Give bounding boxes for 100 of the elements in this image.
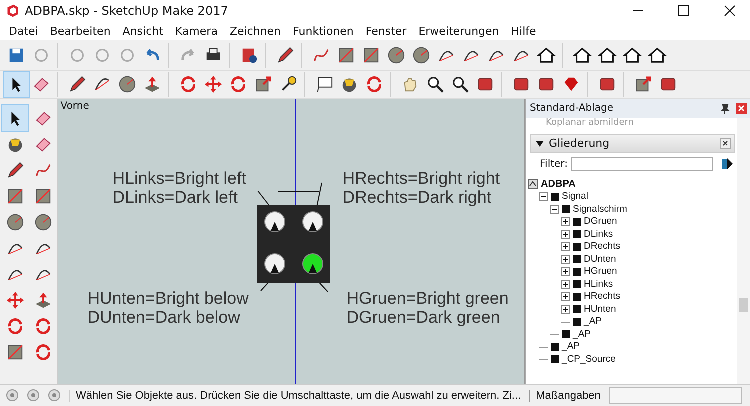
status-icon[interactable] bbox=[48, 389, 61, 402]
expand-toggle-icon[interactable] bbox=[561, 304, 570, 314]
expand-toggle-icon[interactable] bbox=[561, 242, 570, 252]
push-pull-icon[interactable] bbox=[143, 75, 162, 94]
house-icon[interactable] bbox=[573, 46, 592, 64]
rectangle-icon[interactable] bbox=[337, 46, 356, 64]
rectangle-icon[interactable] bbox=[362, 46, 381, 64]
orbit-icon[interactable] bbox=[365, 75, 384, 94]
text-icon[interactable] bbox=[315, 75, 334, 94]
app-logo-icon bbox=[6, 4, 20, 18]
expand-triangle-icon[interactable] bbox=[536, 140, 544, 148]
section-header[interactable]: Gliederung bbox=[530, 134, 735, 153]
annotation-text: DRechts=Dark right bbox=[342, 188, 493, 207]
annotation-text: HRechts=Bright right bbox=[342, 169, 500, 188]
expand-toggle-icon[interactable] bbox=[561, 230, 570, 239]
pencil-icon[interactable] bbox=[276, 46, 295, 64]
close-icon[interactable] bbox=[724, 5, 736, 17]
tray-title: Standard-Ablage bbox=[530, 103, 615, 114]
house-icon[interactable] bbox=[537, 46, 556, 64]
measurements-field[interactable] bbox=[608, 387, 742, 404]
status-message: Wählen Sie Objekte aus. Drücken Sie die Umschalttaste, um die Auswahl zu erweitern. Zi... bbox=[69, 390, 522, 402]
annotation-text: HUnten=Bright below bbox=[88, 289, 249, 308]
rotate-icon[interactable] bbox=[229, 75, 248, 94]
tree-item[interactable]: Signalschirm bbox=[573, 204, 628, 215]
model-icon bbox=[528, 179, 538, 190]
filter-label: Filter: bbox=[540, 158, 568, 170]
tree-item[interactable]: HLinks bbox=[584, 278, 614, 290]
tree-item[interactable]: _AP bbox=[573, 328, 591, 340]
rectangle-icon[interactable] bbox=[6, 186, 24, 206]
tree-item[interactable]: DUnten bbox=[584, 254, 616, 265]
menu-item[interactable]: Funktionen bbox=[287, 24, 360, 38]
drawing-viewport[interactable]: Vorne HLinks=Bright left DLinks=Dark left HRechts=Bright right DRechts=Dark right HUnten=Bright below DUnten=Dark below HGruen=Bright green DGruen=Dark green bbox=[58, 99, 526, 384]
pin-icon[interactable] bbox=[721, 104, 730, 114]
annotation-text: DLinks=Dark left bbox=[112, 188, 239, 207]
annotation-text: DUnten=Dark below bbox=[88, 308, 242, 327]
tree-item[interactable]: _AP bbox=[584, 316, 602, 328]
zoom-extents-icon[interactable] bbox=[451, 75, 470, 94]
tree-item[interactable]: DRechts bbox=[584, 241, 620, 252]
tree-item[interactable]: DGruen bbox=[584, 216, 618, 228]
polygon-icon[interactable] bbox=[34, 212, 52, 232]
scale-icon[interactable] bbox=[6, 342, 24, 362]
menu-item[interactable]: Kamera bbox=[169, 24, 224, 38]
zoom-icon[interactable] bbox=[426, 75, 445, 94]
expand-toggle-icon[interactable] bbox=[561, 267, 570, 276]
annotation-text: DGruen=Dark green bbox=[346, 308, 502, 327]
window-title: ADBPA.skp - SketchUp Make 2017 bbox=[25, 4, 230, 18]
rectangle-icon[interactable] bbox=[34, 186, 52, 206]
annotation-text: HGruen=Bright green bbox=[346, 289, 509, 308]
gem-icon[interactable] bbox=[562, 75, 581, 94]
arrow-icon[interactable] bbox=[722, 158, 733, 170]
house-icon[interactable] bbox=[648, 46, 667, 64]
menu-item[interactable]: Fenster bbox=[360, 24, 413, 38]
pencil-icon[interactable] bbox=[68, 75, 87, 94]
section-title: Gliederung bbox=[549, 137, 610, 150]
house-icon[interactable] bbox=[623, 46, 642, 64]
rectangle-icon[interactable] bbox=[634, 75, 653, 94]
menu-item[interactable]: Hilfe bbox=[505, 24, 542, 38]
maximize-icon[interactable] bbox=[678, 5, 690, 17]
polygon-icon[interactable] bbox=[412, 46, 431, 64]
pencil-icon[interactable] bbox=[6, 160, 24, 180]
rotate-icon[interactable] bbox=[179, 75, 198, 94]
expand-toggle-icon[interactable] bbox=[561, 280, 570, 289]
menu-item[interactable]: Erweiterungen bbox=[412, 24, 506, 38]
filter-field[interactable] bbox=[571, 157, 713, 171]
menu-item[interactable]: Bearbeiten bbox=[44, 24, 117, 38]
rotate-icon[interactable] bbox=[34, 316, 52, 336]
view-label: Vorne bbox=[60, 101, 90, 112]
menu-item[interactable]: Datei bbox=[3, 24, 44, 38]
annotation-text: HLinks=Bright left bbox=[112, 169, 246, 188]
circle-icon[interactable] bbox=[6, 212, 24, 232]
scale-icon[interactable] bbox=[254, 75, 273, 94]
tree-item[interactable]: HUnten bbox=[584, 304, 616, 315]
rotate-icon[interactable] bbox=[34, 342, 52, 362]
tree-item[interactable]: HGruen bbox=[584, 266, 618, 278]
status-icon[interactable] bbox=[27, 389, 40, 402]
tree-item[interactable]: Signal bbox=[562, 191, 588, 202]
tree-item[interactable]: HRechts bbox=[584, 291, 620, 302]
expand-toggle-icon[interactable] bbox=[550, 204, 560, 214]
measurements-label: Maßangaben bbox=[529, 390, 601, 402]
move-icon[interactable] bbox=[204, 75, 223, 94]
move-icon[interactable] bbox=[6, 290, 24, 310]
close-icon[interactable] bbox=[720, 138, 731, 149]
expand-toggle-icon[interactable] bbox=[561, 254, 570, 264]
house-icon[interactable] bbox=[598, 46, 617, 64]
expand-toggle-icon[interactable] bbox=[561, 292, 570, 302]
status-icon[interactable] bbox=[6, 389, 19, 402]
expand-toggle-icon[interactable] bbox=[561, 217, 570, 226]
menu-item[interactable]: Ansicht bbox=[116, 24, 170, 38]
scrollbar[interactable] bbox=[737, 118, 750, 384]
push-pull-icon[interactable] bbox=[34, 290, 52, 310]
tree-item[interactable]: _AP bbox=[562, 341, 580, 352]
tree-item[interactable]: ADBPA bbox=[541, 178, 576, 190]
circle-icon[interactable] bbox=[387, 46, 406, 64]
circle-icon[interactable] bbox=[118, 75, 137, 94]
tray-option: Koplanar abmildern bbox=[526, 118, 737, 128]
rotate-icon[interactable] bbox=[6, 316, 24, 336]
tree-item[interactable]: DLinks bbox=[584, 228, 614, 240]
tree-item[interactable]: _CP_Source bbox=[562, 354, 616, 365]
menu-item[interactable]: Zeichnen bbox=[224, 24, 288, 38]
expand-toggle-icon[interactable] bbox=[539, 192, 548, 202]
